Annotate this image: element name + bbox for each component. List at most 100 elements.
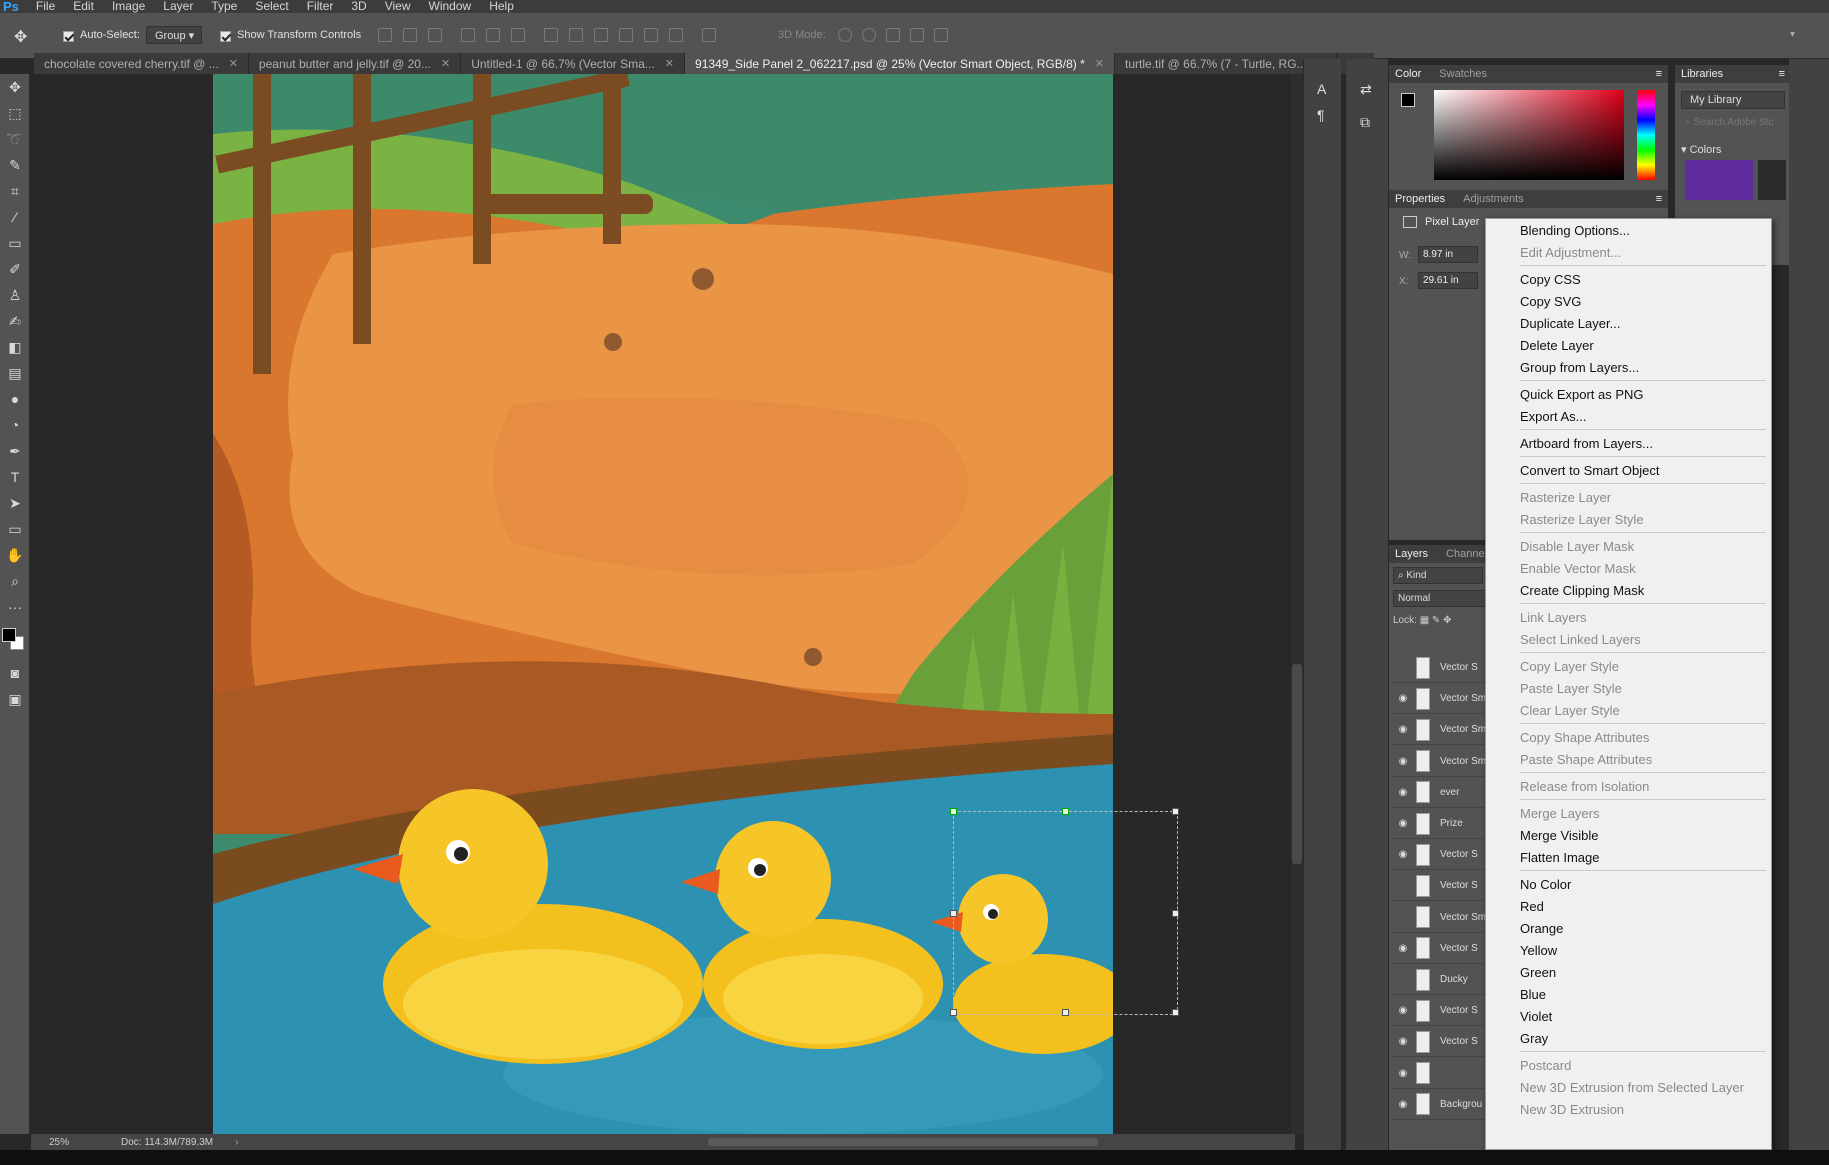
visibility-eye-icon[interactable]: ◉ bbox=[1396, 1099, 1410, 1110]
more-tools-icon[interactable]: ··· bbox=[0, 594, 30, 620]
transform-handle[interactable] bbox=[1172, 1009, 1179, 1016]
rectangle-tool-icon[interactable]: ▭ bbox=[0, 516, 30, 542]
panel-menu-icon[interactable]: ≡ bbox=[1656, 193, 1662, 205]
status-arrow-icon[interactable]: › bbox=[235, 1137, 238, 1148]
visibility-eye-icon[interactable]: ◉ bbox=[1396, 1005, 1410, 1016]
context-menu-item[interactable]: Artboard from Layers... bbox=[1486, 432, 1771, 454]
visibility-eye-icon[interactable]: ◉ bbox=[1396, 849, 1410, 860]
transform-handle[interactable] bbox=[950, 808, 957, 815]
context-menu-item[interactable]: Green bbox=[1486, 961, 1771, 983]
menu-type[interactable]: Type bbox=[202, 0, 246, 13]
lock-paint-icon[interactable]: ✎ bbox=[1432, 615, 1440, 626]
visibility-eye-icon[interactable]: ◉ bbox=[1396, 1036, 1410, 1047]
context-menu-item[interactable]: Red bbox=[1486, 895, 1771, 917]
layers-tab[interactable]: Layers bbox=[1395, 548, 1428, 560]
context-menu-item[interactable]: Orange bbox=[1486, 917, 1771, 939]
transform-bounding-box[interactable] bbox=[950, 808, 1179, 1016]
tab-peanut-butter[interactable]: peanut butter and jelly.tif @ 20... ✕ bbox=[249, 53, 462, 74]
transform-handle[interactable] bbox=[950, 910, 957, 917]
visibility-eye-icon[interactable]: ◉ bbox=[1396, 693, 1410, 704]
lock-transparent-icon[interactable]: ▦ bbox=[1420, 615, 1429, 626]
3d-rotate-icon[interactable] bbox=[838, 28, 852, 42]
brush-tool-icon[interactable]: ✐ bbox=[0, 256, 30, 282]
align-hcenter-icon[interactable] bbox=[486, 28, 500, 42]
dodge-icon[interactable]: ◔ bbox=[0, 412, 30, 438]
3d-roll-icon[interactable] bbox=[862, 28, 876, 42]
screen-mode-icon[interactable]: ▣ bbox=[0, 686, 30, 712]
gradient-icon[interactable]: ▤ bbox=[0, 360, 30, 386]
menu-3d[interactable]: 3D bbox=[342, 0, 375, 13]
distribute-hcenter-icon[interactable] bbox=[644, 28, 658, 42]
menu-window[interactable]: Window bbox=[420, 0, 481, 13]
close-icon[interactable]: ✕ bbox=[229, 57, 238, 70]
context-menu-item[interactable]: Gray bbox=[1486, 1027, 1771, 1049]
context-menu-item[interactable]: Convert to Smart Object bbox=[1486, 459, 1771, 481]
menu-help[interactable]: Help bbox=[480, 0, 523, 13]
clone-stamp-icon[interactable]: ♙ bbox=[0, 282, 30, 308]
color-swatches[interactable] bbox=[0, 620, 29, 660]
transform-handle[interactable] bbox=[1172, 808, 1179, 815]
x-field[interactable]: 29.61 in bbox=[1418, 272, 1478, 289]
character-panel-icon[interactable]: A bbox=[1317, 81, 1341, 97]
crop-tool-icon[interactable]: ⌗ bbox=[0, 178, 30, 204]
eyedropper-icon[interactable]: ⁄ bbox=[0, 204, 30, 230]
context-menu-item[interactable]: Duplicate Layer... bbox=[1486, 312, 1771, 334]
horizontal-scroll-thumb[interactable] bbox=[708, 1138, 1099, 1146]
align-right-icon[interactable] bbox=[511, 28, 525, 42]
3d-scale-icon[interactable] bbox=[934, 28, 948, 42]
properties-tab[interactable]: Properties bbox=[1395, 193, 1445, 205]
lock-position-icon[interactable]: ✥ bbox=[1443, 615, 1451, 626]
transform-handle[interactable] bbox=[1172, 910, 1179, 917]
visibility-eye-icon[interactable]: ◉ bbox=[1396, 724, 1410, 735]
doc-size[interactable]: Doc: 114.3M/789.3M bbox=[121, 1137, 213, 1148]
blur-icon[interactable]: ● bbox=[0, 386, 30, 412]
panel-menu-icon[interactable]: ≡ bbox=[1656, 68, 1662, 80]
context-menu-item[interactable]: Create Clipping Mask bbox=[1486, 579, 1771, 601]
distribute-left-icon[interactable] bbox=[619, 28, 633, 42]
vertical-scrollbar[interactable] bbox=[1291, 74, 1303, 1134]
paragraph-panel-icon[interactable]: ¶ bbox=[1317, 107, 1341, 123]
context-menu-item[interactable]: Flatten Image bbox=[1486, 846, 1771, 868]
library-select[interactable]: My Library bbox=[1681, 91, 1785, 109]
library-color-swatch[interactable] bbox=[1685, 160, 1753, 200]
visibility-eye-icon[interactable]: ◉ bbox=[1396, 787, 1410, 798]
3d-slide-icon[interactable] bbox=[910, 28, 924, 42]
tab-chocolate[interactable]: chocolate covered cherry.tif @ ... ✕ bbox=[34, 53, 249, 74]
context-menu-item[interactable]: Delete Layer bbox=[1486, 334, 1771, 356]
history-panel-icon[interactable]: ⇄ bbox=[1360, 81, 1388, 98]
colors-section-header[interactable]: ▾ Colors bbox=[1681, 143, 1789, 156]
library-search[interactable]: ⌕ Search Adobe Stc bbox=[1681, 115, 1785, 133]
zoom-level[interactable]: 25% bbox=[49, 1137, 109, 1148]
workspace-chevron-icon[interactable]: ▾ bbox=[1790, 29, 1795, 40]
transform-handle[interactable] bbox=[1062, 808, 1069, 815]
distribute-top-icon[interactable] bbox=[544, 28, 558, 42]
visibility-eye-icon[interactable]: ◉ bbox=[1396, 756, 1410, 767]
close-icon[interactable]: ✕ bbox=[1095, 57, 1104, 70]
context-menu-item[interactable]: Export As... bbox=[1486, 405, 1771, 427]
distribute-vcenter-icon[interactable] bbox=[569, 28, 583, 42]
context-menu-item[interactable]: Yellow bbox=[1486, 939, 1771, 961]
context-menu-item[interactable]: Blending Options... bbox=[1486, 219, 1771, 241]
eraser-icon[interactable]: ◧ bbox=[0, 334, 30, 360]
quick-select-icon[interactable]: ✎ bbox=[0, 152, 30, 178]
foreground-color-swatch[interactable] bbox=[1401, 93, 1415, 107]
menu-filter[interactable]: Filter bbox=[298, 0, 343, 13]
context-menu-item[interactable]: Quick Export as PNG bbox=[1486, 383, 1771, 405]
transform-handle[interactable] bbox=[950, 1009, 957, 1016]
clone-source-icon[interactable]: ⧉ bbox=[1360, 114, 1388, 131]
hue-slider[interactable] bbox=[1637, 90, 1655, 180]
tab-untitled[interactable]: Untitled-1 @ 66.7% (Vector Sma... ✕ bbox=[461, 53, 686, 74]
distribute-right-icon[interactable] bbox=[669, 28, 683, 42]
zoom-tool-icon[interactable]: ⌕ bbox=[0, 568, 30, 594]
context-menu-item[interactable]: Merge Visible bbox=[1486, 824, 1771, 846]
scroll-thumb[interactable] bbox=[1292, 664, 1302, 864]
history-brush-icon[interactable]: ✍ bbox=[0, 308, 30, 334]
marquee-tool-icon[interactable]: ⬚ bbox=[0, 100, 30, 126]
menu-file[interactable]: File bbox=[27, 0, 64, 13]
healing-brush-icon[interactable]: ▭ bbox=[0, 230, 30, 256]
menu-select[interactable]: Select bbox=[246, 0, 297, 13]
align-left-icon[interactable] bbox=[461, 28, 475, 42]
hand-tool-icon[interactable]: ✋ bbox=[0, 542, 30, 568]
align-bottom-icon[interactable] bbox=[428, 28, 442, 42]
align-vcenter-icon[interactable] bbox=[403, 28, 417, 42]
